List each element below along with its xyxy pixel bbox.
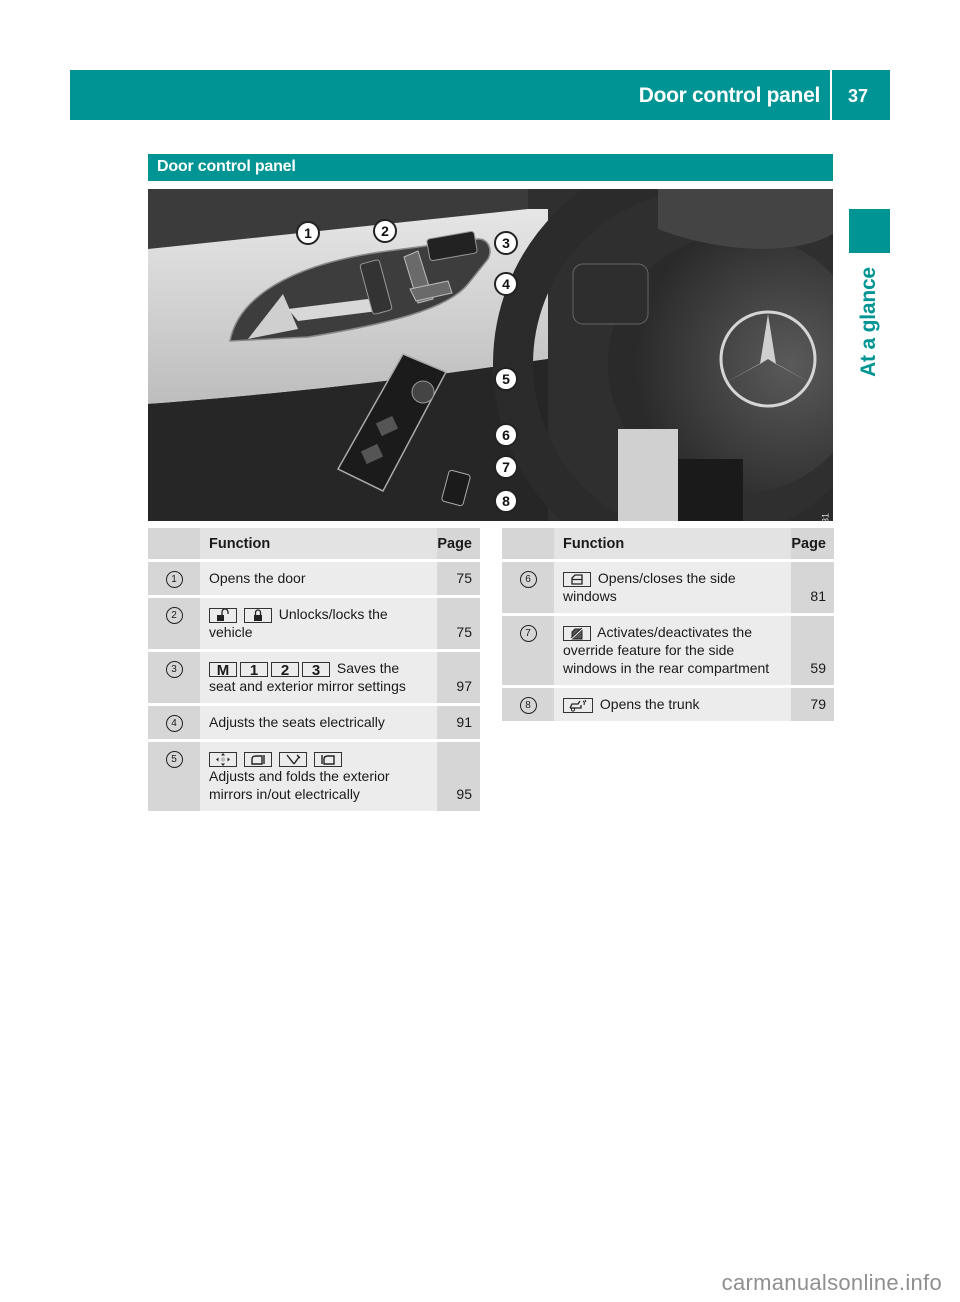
item-number: 5 [165,751,183,768]
door-panel-illustration [148,189,833,521]
function-table-right: Function Page 6 Opens/closes the side wi… [502,528,834,724]
running-header: Door control panel 37 [70,70,890,120]
page-reference[interactable]: 79 [810,696,826,712]
header-number [148,528,200,562]
header-function: Function [554,528,792,562]
memory-3-button-icon: 3 [302,662,330,678]
memory-1-button-icon: 1 [240,662,268,678]
table-row: 4 Adjusts the seats electrically 91 [148,706,480,742]
callout-6: 6 [494,423,518,447]
item-number: 2 [165,607,183,624]
function-text: Adjusts and folds the exterior mirrors i… [209,768,390,802]
left-mirror-icon [278,752,307,767]
callout-7: 7 [494,455,518,479]
page-reference[interactable]: 95 [456,786,472,802]
watermark: carmanualsonline.info [721,1270,942,1295]
function-text: Adjusts the seats electrically [209,714,385,730]
table-row: 6 Opens/closes the side windows 81 [502,562,834,616]
page-reference[interactable]: 59 [810,660,826,676]
table-row: 1 Opens the door 75 [148,562,480,598]
callout-8: 8 [494,489,518,513]
item-number: 3 [165,661,183,678]
callout-3: 3 [494,231,518,255]
page-reference[interactable]: 97 [456,678,472,694]
header-divider [830,70,832,120]
table-row: 3 M123 Saves the seat and exterior mirro… [148,652,480,706]
table-row: 5 Adjusts and folds the exterior mirrors… [148,742,480,814]
memory-m-button-icon: M [209,662,237,678]
table-row: 8 Opens the trunk 79 [502,688,834,724]
section-heading: Door control panel [148,154,833,181]
callout-4: 4 [494,272,518,296]
header-page: Page [791,528,834,562]
function-text: Opens the trunk [599,696,700,712]
item-number: 6 [519,571,537,588]
page-reference[interactable]: 81 [810,588,826,604]
header-number [502,528,554,562]
table-header-row: Function Page [148,528,480,562]
item-number: 8 [519,697,537,714]
running-header-title: Door control panel [638,84,821,107]
right-mirror-icon [243,752,272,767]
chapter-tab-marker [849,209,890,253]
header-function: Function [200,528,438,562]
trunk-open-icon [563,698,593,713]
page-reference[interactable]: 91 [456,714,472,730]
item-number: 7 [519,625,537,642]
function-table-left: Function Page 1 Opens the door 75 2 Unlo… [148,528,480,814]
item-number: 4 [165,715,183,732]
memory-2-button-icon: 2 [271,662,299,678]
item-number: 1 [165,571,183,588]
mirror-fold-icon [313,752,342,767]
table-row: 2 Unlocks/locks the vehicle 75 [148,598,480,652]
table-row: 7 Activates/deactivates the override fea… [502,616,834,688]
unlock-icon [209,608,237,623]
image-reference-id: P72.10-4435-31 [821,513,831,521]
chapter-tab-label: At a glance [857,267,880,377]
callout-5: 5 [494,367,518,391]
callout-2: 2 [373,219,397,243]
function-text: Activates/deactivates the override featu… [563,624,770,676]
table-header-row: Function Page [502,528,834,562]
lock-icon [243,608,272,623]
side-window-icon [563,572,591,587]
page-number: 37 [847,86,868,106]
door-panel-photo: 1 2 3 4 5 6 7 8 P72.10-4435-31 [148,189,833,521]
function-text: Opens the door [209,570,306,586]
header-page: Page [437,528,480,562]
section-heading-text: Door control panel [157,158,296,175]
page-reference[interactable]: 75 [456,624,472,640]
page-reference[interactable]: 75 [456,570,472,586]
callout-1: 1 [296,221,320,245]
window-override-icon [563,626,591,641]
mirror-adjust-icon [209,752,237,767]
